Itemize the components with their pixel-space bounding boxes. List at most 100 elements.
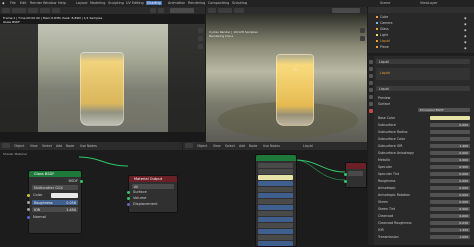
- distribution-dropdown[interactable]: Multiscatter GGX: [32, 185, 78, 190]
- principled-slider-2[interactable]: [258, 187, 293, 192]
- eye-icon[interactable]: ◉: [464, 34, 467, 38]
- render-tab-icon[interactable]: [369, 67, 373, 71]
- tab-shading[interactable]: Shading: [146, 1, 162, 5]
- principled-slider-5[interactable]: [258, 205, 293, 210]
- property-value-field[interactable]: 0.000: [430, 213, 470, 218]
- tab-uv-editing[interactable]: UV Editing: [126, 1, 144, 5]
- normal-input-socket[interactable]: [27, 216, 30, 219]
- property-value-field[interactable]: 0.000: [430, 178, 470, 183]
- tab-animation[interactable]: Animation: [168, 1, 185, 5]
- editor-type-node-left[interactable]: [2, 143, 10, 148]
- menu-window[interactable]: Window: [43, 1, 56, 5]
- node-editor-right[interactable]: [183, 150, 367, 247]
- viewport-right[interactable]: Cycles Render | 10/128 Samples Rendering…: [206, 14, 367, 142]
- material-output-node[interactable]: Material Output All Surface Volume Displ…: [127, 175, 178, 213]
- glass-bsdf-node[interactable]: Glass BSDF BSDF Multiscatter GGX Color R…: [27, 170, 83, 234]
- property-value-field[interactable]: 0.000: [430, 185, 470, 190]
- property-value-field[interactable]: 1.000: [430, 234, 470, 239]
- ior-input-socket[interactable]: [27, 208, 30, 211]
- tab-rendering[interactable]: Rendering: [188, 1, 205, 5]
- tab-sculpting[interactable]: Sculpting: [108, 1, 124, 5]
- bsdf-output-socket[interactable]: [80, 179, 83, 183]
- view-menu-node-right[interactable]: View: [213, 144, 221, 148]
- use-nodes-toggle[interactable]: Use Nodes: [80, 144, 97, 148]
- outliner[interactable]: Cube Camera Glass Light Liquid Plane ◉ ◉…: [368, 7, 474, 53]
- viewport-left[interactable]: Frame:1 | Time:00:00.00 | Mem:6.83M, Pea…: [0, 14, 205, 142]
- object-menu-right[interactable]: Object: [197, 144, 207, 148]
- tool-tab-icon[interactable]: [369, 60, 373, 64]
- output-tab-icon[interactable]: [369, 74, 373, 78]
- principled-bsdf-header[interactable]: [256, 155, 296, 161]
- material-selector[interactable]: Liquid: [376, 59, 470, 64]
- mode-dropdown-right[interactable]: [218, 8, 232, 13]
- select-menu[interactable]: [40, 8, 50, 13]
- principled-slider-6[interactable]: [258, 211, 293, 216]
- principled-slider-3[interactable]: [258, 193, 293, 198]
- preview-section-header[interactable]: Preview: [378, 96, 390, 100]
- outliner-item-cube[interactable]: Cube: [380, 15, 388, 19]
- menu-edit[interactable]: Edit: [20, 1, 27, 5]
- principled-slider-9[interactable]: [258, 229, 293, 234]
- pan-icon-right[interactable]: [360, 36, 365, 41]
- glass-bsdf-header[interactable]: Glass BSDF: [29, 171, 81, 177]
- principled-slider-10[interactable]: [258, 235, 293, 240]
- tab-compositing[interactable]: Compositing: [208, 1, 229, 5]
- surface-input-socket[interactable]: [127, 191, 130, 194]
- editor-type-node-right[interactable]: [185, 143, 193, 148]
- roughness-input-socket[interactable]: [27, 201, 30, 204]
- overlay-button[interactable]: [158, 8, 164, 13]
- volume-socket-right[interactable]: [344, 180, 347, 183]
- use-nodes-toggle-right[interactable]: Use Nodes: [263, 144, 280, 148]
- outliner-item-liquid[interactable]: Liquid: [380, 39, 390, 43]
- property-value-field[interactable]: 0.500: [430, 206, 470, 211]
- blender-logo-icon[interactable]: ◆: [2, 1, 5, 5]
- property-value-field[interactable]: 1.400: [430, 143, 470, 148]
- eye-icon[interactable]: ◉: [464, 16, 467, 20]
- select-menu-node[interactable]: Select: [42, 144, 52, 148]
- properties-panel[interactable]: Liquid Liquid Liquid Preview Surface Pri…: [368, 56, 474, 245]
- menu-help[interactable]: Help: [58, 1, 66, 5]
- tab-modeling[interactable]: Modeling: [90, 1, 105, 5]
- principled-slider-1[interactable]: [258, 181, 293, 186]
- zoom-icon[interactable]: [198, 28, 203, 33]
- menu-render[interactable]: Render: [30, 1, 42, 5]
- modifier-tab-icon[interactable]: [369, 102, 373, 106]
- principled-slider-11[interactable]: [258, 241, 293, 246]
- view-menu-node[interactable]: View: [30, 144, 38, 148]
- color-input-socket[interactable]: [27, 194, 30, 197]
- property-value-field[interactable]: [430, 129, 470, 134]
- shading-mode-buttons[interactable]: [170, 8, 194, 13]
- eye-icon[interactable]: ◉: [464, 22, 467, 26]
- principled-dropdown-2[interactable]: [258, 169, 293, 174]
- eye-icon[interactable]: ◉: [464, 40, 467, 44]
- material-datablock-field[interactable]: Liquid: [376, 86, 470, 91]
- add-menu-node-right[interactable]: Add: [239, 144, 245, 148]
- ior-field[interactable]: IOR 1.450: [32, 207, 78, 212]
- displacement-input-socket[interactable]: [127, 203, 130, 206]
- outliner-item-camera[interactable]: Camera: [380, 21, 393, 25]
- surface-shader-dropdown[interactable]: Principled BSDF: [418, 108, 470, 112]
- principled-slider-8[interactable]: [258, 223, 293, 228]
- node-menu[interactable]: Node: [66, 144, 74, 148]
- tab-scripting[interactable]: Scripting: [232, 1, 247, 5]
- node-editor-left[interactable]: Shader Material Glass BSDF BSDF Multisca…: [0, 150, 182, 245]
- camera-view-icon[interactable]: [198, 44, 203, 49]
- principled-slider-7[interactable]: [258, 217, 293, 222]
- material-output-header[interactable]: Material Output: [129, 176, 177, 182]
- property-value-field[interactable]: 0.000: [430, 199, 470, 204]
- volume-input-socket[interactable]: [127, 197, 130, 200]
- zoom-icon-right[interactable]: [360, 28, 365, 33]
- object-tab-icon[interactable]: [369, 95, 373, 99]
- shading-mode-buttons-right[interactable]: [332, 8, 360, 13]
- material-slot-liquid[interactable]: Liquid: [380, 71, 390, 75]
- material-output-header-right[interactable]: [346, 163, 366, 169]
- property-value-field[interactable]: 1.333: [430, 227, 470, 232]
- principled-slider-4[interactable]: [258, 199, 293, 204]
- mode-dropdown[interactable]: [12, 8, 26, 13]
- property-value-field[interactable]: [430, 136, 470, 141]
- color-swatch[interactable]: [51, 193, 78, 198]
- add-menu-node[interactable]: Add: [56, 144, 62, 148]
- material-name-right[interactable]: Liquid: [303, 144, 313, 148]
- eye-icon[interactable]: ◉: [464, 46, 467, 50]
- material-slots-list[interactable]: Liquid: [376, 68, 470, 80]
